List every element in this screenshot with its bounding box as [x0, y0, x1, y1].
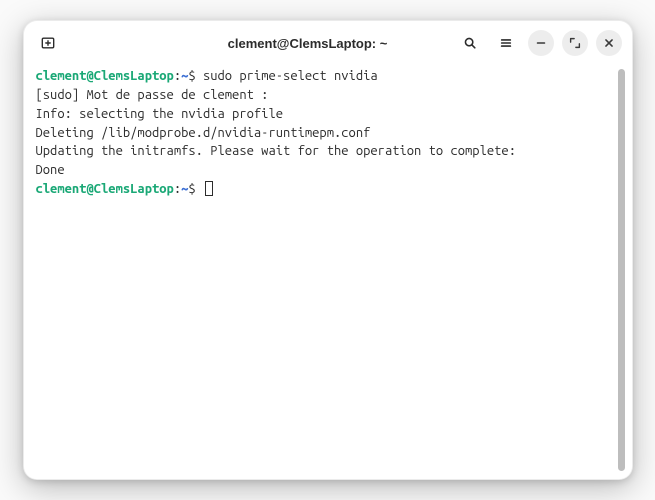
search-button[interactable]: [456, 29, 484, 57]
prompt-userhost: clement@ClemsLaptop: [36, 182, 174, 196]
terminal-content[interactable]: clement@ClemsLaptop:~$ sudo prime-select…: [36, 67, 618, 473]
header-right: [442, 29, 622, 57]
minimize-icon: [534, 36, 548, 50]
output-line: Done: [36, 161, 618, 180]
menu-button[interactable]: [492, 29, 520, 57]
scrollbar-thumb[interactable]: [618, 69, 625, 471]
prompt-userhost: clement@ClemsLaptop: [36, 69, 174, 83]
headerbar: clement@ClemsLaptop: ~: [24, 21, 632, 65]
new-tab-button[interactable]: [34, 29, 62, 57]
terminal-area[interactable]: clement@ClemsLaptop:~$ sudo prime-select…: [24, 65, 632, 479]
prompt-sigil: $: [188, 182, 203, 196]
close-button[interactable]: [596, 30, 622, 56]
command-text: sudo prime-select nvidia: [203, 69, 378, 83]
maximize-icon: [568, 36, 582, 50]
cursor-icon: [205, 181, 213, 196]
terminal-window: clement@ClemsLaptop: ~: [23, 20, 633, 480]
maximize-button[interactable]: [562, 30, 588, 56]
output-line: Info: selecting the nvidia profile: [36, 105, 618, 124]
minimize-button[interactable]: [528, 30, 554, 56]
scrollbar[interactable]: [618, 67, 626, 473]
window-title: clement@ClemsLaptop: ~: [180, 36, 436, 51]
output-line: Deleting /lib/modprobe.d/nvidia-runtimep…: [36, 124, 618, 143]
hamburger-icon: [499, 36, 513, 50]
header-left: [34, 29, 174, 57]
prompt-sigil: $: [188, 69, 203, 83]
search-icon: [463, 36, 477, 50]
new-tab-icon: [41, 36, 55, 50]
output-line: Updating the initramfs. Please wait for …: [36, 142, 618, 161]
output-line: [sudo] Mot de passe de clement :: [36, 86, 618, 105]
close-icon: [602, 36, 616, 50]
